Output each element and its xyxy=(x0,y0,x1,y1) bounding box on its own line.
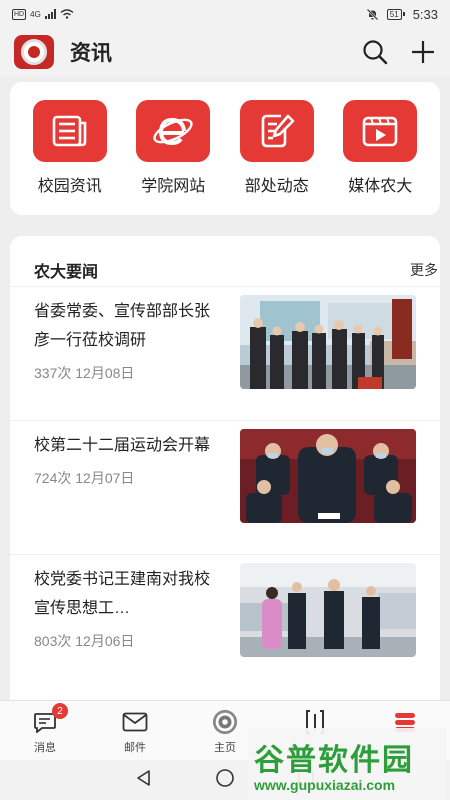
news-item[interactable]: 校第二十二届运动会开幕 724次 12月07日 xyxy=(10,420,440,554)
home-button[interactable] xyxy=(215,768,235,793)
news-title: 校第二十二届运动会开幕 xyxy=(34,437,211,454)
battery-icon: 51 xyxy=(386,8,405,20)
news-item[interactable]: 省委常委、宣传部部长张彦一行莅校调研 337次 12月08日 xyxy=(10,286,440,420)
tab-label: 邮件 xyxy=(124,742,146,754)
news-meta: 337次 12月08日 xyxy=(34,363,222,383)
tab-mail[interactable]: 邮件 xyxy=(90,701,180,760)
news-date: 12月08日 xyxy=(75,365,135,381)
news-meta: 803次 12月06日 xyxy=(34,631,222,651)
news-meta: 724次 12月07日 xyxy=(34,468,222,488)
wifi-icon xyxy=(60,9,74,19)
university-seal-icon xyxy=(212,709,238,735)
home-circle-icon xyxy=(216,768,234,787)
add-button[interactable] xyxy=(410,39,436,65)
quick-link-college-site[interactable]: 学院网站 xyxy=(128,100,218,215)
watermark-url: www.gupuxiazai.com xyxy=(254,777,396,793)
view-count: 724次 xyxy=(34,470,72,486)
quick-link-label: 媒体农大 xyxy=(348,178,413,195)
tab-label: 消息 xyxy=(34,742,56,754)
unread-badge: 2 xyxy=(52,703,68,719)
news-section-header: 农大要闻 更多 xyxy=(10,236,440,286)
mute-bell-icon xyxy=(366,8,379,20)
search-button[interactable] xyxy=(362,39,388,65)
view-count: 803次 xyxy=(34,633,72,649)
quick-link-media[interactable]: 媒体农大 xyxy=(335,100,425,215)
watermark-text: 谷普软件园 xyxy=(254,744,414,777)
message-icon: 2 xyxy=(32,703,68,735)
news-date: 12月07日 xyxy=(75,470,135,486)
news-title: 省委常委、宣传部部长张彦一行莅校调研 xyxy=(34,303,211,349)
view-count: 337次 xyxy=(34,365,72,381)
browser-e-icon xyxy=(136,100,211,162)
quick-links-card: 校园资讯 学院网站 部处动态 媒体农大 xyxy=(10,82,440,215)
news-item[interactable]: 校党委书记王建南对我校宣传思想工… 803次 12月06日 xyxy=(10,554,440,688)
clock: 5:33 xyxy=(412,6,438,22)
back-triangle-icon xyxy=(137,769,150,786)
tab-messages[interactable]: 2 消息 xyxy=(0,701,90,760)
news-title: 校党委书记王建南对我校宣传思想工… xyxy=(34,571,211,617)
app-logo xyxy=(14,35,54,69)
video-play-icon xyxy=(343,100,418,162)
status-bar: HD 4G 51 5:33 xyxy=(0,0,450,28)
back-button[interactable] xyxy=(135,769,153,792)
plus-icon xyxy=(412,41,434,63)
news-date: 12月06日 xyxy=(75,633,135,649)
network-type: 4G xyxy=(30,9,41,19)
app-header: 资讯 xyxy=(0,28,450,76)
search-icon xyxy=(363,40,388,65)
hd-indicator: HD xyxy=(12,8,27,20)
news-thumbnail xyxy=(240,429,416,523)
page-title: 资讯 xyxy=(70,42,112,65)
signal-icon xyxy=(44,9,56,19)
quick-link-label: 学院网站 xyxy=(141,178,206,195)
edit-doc-icon xyxy=(239,100,314,162)
news-card: 农大要闻 更多 省委常委、宣传部部长张彦一行莅校调研 337次 12月08日 校… xyxy=(10,236,440,706)
more-link[interactable]: 更多 xyxy=(410,260,438,280)
quick-link-department-news[interactable]: 部处动态 xyxy=(232,100,322,215)
news-thumbnail xyxy=(240,295,416,389)
envelope-icon xyxy=(122,709,148,735)
tab-label: 主页 xyxy=(214,742,236,754)
quick-link-label: 部处动态 xyxy=(244,178,309,195)
news-thumbnail xyxy=(240,563,416,657)
section-title: 农大要闻 xyxy=(34,264,99,281)
watermark: 谷普软件园 www.gupuxiazai.com xyxy=(248,728,446,800)
quick-link-campus-news[interactable]: 校园资讯 xyxy=(25,100,115,215)
quick-link-label: 校园资讯 xyxy=(37,178,102,195)
newspaper-icon xyxy=(32,100,107,162)
